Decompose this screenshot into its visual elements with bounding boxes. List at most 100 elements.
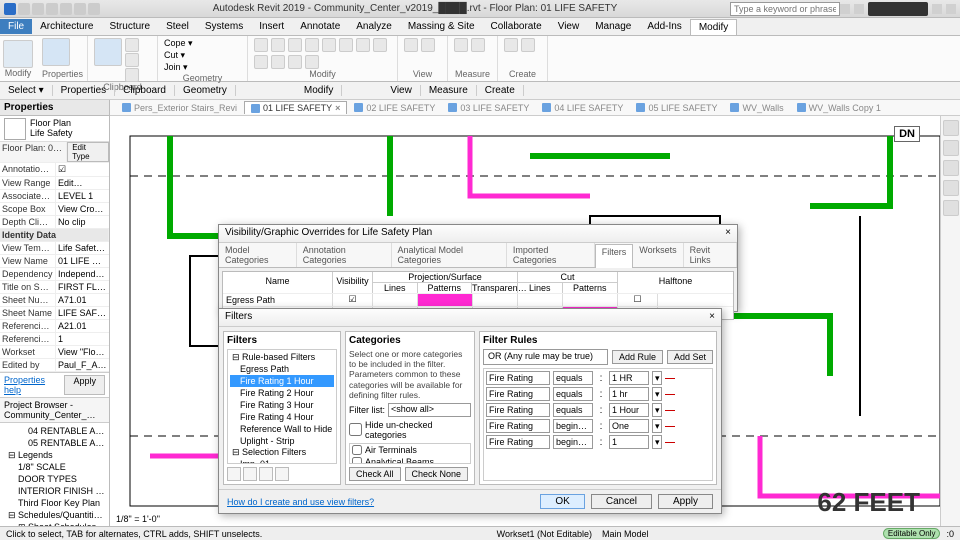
instance-selector[interactable]: Floor Plan: 01 LIFE SA [0, 142, 67, 162]
rule-delete-icon[interactable]: — [665, 389, 675, 400]
rule-value[interactable]: 1 HR [609, 371, 649, 385]
tab-massing[interactable]: Massing & Site [400, 19, 483, 34]
browser-node[interactable]: 04 RENTABLE AREA PLAN [0, 425, 109, 437]
matchtype-icon[interactable] [125, 68, 139, 82]
browser-node[interactable]: DOOR TYPES [0, 473, 109, 485]
status-model[interactable]: Main Model [602, 529, 649, 539]
vg-close-icon[interactable]: × [725, 227, 731, 240]
rename-filter-icon[interactable] [259, 467, 273, 481]
qat-redo-icon[interactable] [74, 3, 86, 15]
help-search-input[interactable] [730, 2, 840, 16]
mirror-icon[interactable] [288, 38, 302, 52]
delete-icon[interactable] [305, 55, 319, 69]
join-button[interactable]: Join ▾ [164, 62, 241, 73]
tab-structure[interactable]: Structure [101, 19, 158, 34]
edit-type-button[interactable]: Edit Type [67, 142, 109, 162]
qat-undo-icon[interactable] [60, 3, 72, 15]
align-icon[interactable] [254, 38, 268, 52]
vg-tab[interactable]: Model Categories [219, 243, 297, 267]
nav-zoom-icon[interactable] [943, 200, 959, 216]
signin-icon[interactable] [854, 4, 864, 14]
rule-operator[interactable]: begin… [553, 435, 593, 449]
filter-item[interactable]: Fire Rating 1 Hour [230, 375, 334, 387]
rule-param[interactable]: Fire Rating [486, 371, 550, 385]
property-row[interactable]: View Name01 LIFE SAFETY [0, 255, 109, 268]
property-row[interactable]: Annotation Cr…☑ [0, 163, 109, 177]
browser-node[interactable]: ⊟ Schedules/Quantities (Type) [0, 509, 109, 521]
view-tab[interactable]: 04 LIFE SAFETY [536, 102, 629, 114]
tab-collaborate[interactable]: Collaborate [483, 19, 550, 34]
rotate-icon[interactable] [339, 38, 353, 52]
filter-item[interactable]: Fire Rating 3 Hour [230, 399, 334, 411]
view-tab[interactable]: 02 LIFE SAFETY [348, 102, 441, 114]
browser-node[interactable]: ⊞ Sheet Schedules [0, 521, 109, 526]
vg-filter-row[interactable]: Egress Path☑☐ [223, 293, 733, 306]
tab-systems[interactable]: Systems [197, 19, 251, 34]
status-workset[interactable]: Workset1 (Not Editable) [497, 529, 592, 539]
split-icon[interactable] [373, 38, 387, 52]
filters-help-link[interactable]: How do I create and use view filters? [227, 497, 374, 507]
view-tab[interactable]: WV_Walls Copy 1 [791, 102, 887, 114]
cope-button[interactable]: Cope ▾ [164, 38, 241, 49]
delete-filter-icon[interactable] [275, 467, 289, 481]
tab-addins[interactable]: Add-Ins [639, 19, 689, 34]
property-row[interactable]: Depth ClippingNo clip [0, 216, 109, 229]
copy-icon[interactable] [322, 38, 336, 52]
category-item[interactable]: Analytical Beams [350, 456, 470, 464]
filter-item[interactable]: Uplight - Strip [230, 435, 334, 447]
view-tab[interactable]: Pers_Exterior Stairs_Revi [116, 102, 243, 114]
move-icon[interactable] [305, 38, 319, 52]
create-icon1[interactable] [504, 38, 518, 52]
type-thumb-icon[interactable] [4, 118, 26, 140]
rule-param[interactable]: Fire Rating [486, 419, 550, 433]
property-row[interactable]: Title on SheetFIRST FLOOR L… [0, 281, 109, 294]
filter-item[interactable]: Fire Rating 4 Hour [230, 411, 334, 423]
cut-button[interactable]: Cut ▾ [164, 50, 241, 61]
rule-operator[interactable]: equals [553, 371, 593, 385]
cancel-button[interactable]: Cancel [591, 494, 652, 509]
scale-icon[interactable] [271, 55, 285, 69]
rule-delete-icon[interactable]: — [665, 373, 675, 384]
duplicate-filter-icon[interactable] [243, 467, 257, 481]
view-scale[interactable]: 1/8" = 1'-0" [116, 514, 160, 524]
rule-operator[interactable]: begin… [553, 419, 593, 433]
view-icon2[interactable] [421, 38, 435, 52]
property-row[interactable]: Sheet NumberA71.01 [0, 294, 109, 307]
property-row[interactable]: Edited byPaul_F_Aubin [0, 359, 109, 372]
tab-view[interactable]: View [550, 19, 588, 34]
nav-cube-icon[interactable] [943, 140, 959, 156]
rule-value[interactable]: One [609, 419, 649, 433]
rule-set-operator[interactable]: OR (Any rule may be true) [483, 349, 608, 365]
qat-print-icon[interactable] [88, 3, 100, 15]
qat-save-icon[interactable] [32, 3, 44, 15]
rule-param[interactable]: Fire Rating [486, 435, 550, 449]
vg-tab[interactable]: Worksets [633, 243, 683, 267]
qat-sync-icon[interactable] [46, 3, 58, 15]
pin-icon[interactable] [288, 55, 302, 69]
user-badge[interactable] [868, 2, 928, 16]
view-tab[interactable]: 03 LIFE SAFETY [442, 102, 535, 114]
trim-icon[interactable] [356, 38, 370, 52]
browser-node[interactable]: INTERIOR FINISH FLOOR [0, 485, 109, 497]
qat-open-icon[interactable] [18, 3, 30, 15]
property-row[interactable]: Associated Le…LEVEL 1 [0, 190, 109, 203]
filters-close-icon[interactable]: × [709, 311, 715, 324]
filter-list-select[interactable]: <show all> [388, 403, 471, 417]
rule-delete-icon[interactable]: — [665, 437, 675, 448]
rule-value[interactable]: 1 hr [609, 387, 649, 401]
property-row[interactable]: Scope BoxView Crop Regi… [0, 203, 109, 216]
nav-wheel-icon[interactable] [943, 160, 959, 176]
view-tab[interactable]: 05 LIFE SAFETY [630, 102, 723, 114]
tab-modify[interactable]: Modify [690, 19, 737, 35]
rule-param[interactable]: Fire Rating [486, 387, 550, 401]
vg-tab[interactable]: Filters [595, 244, 634, 268]
rule-param[interactable]: Fire Rating [486, 403, 550, 417]
filter-item[interactable]: Reference Wall to Hide [230, 423, 334, 435]
rule-operator[interactable]: equals [553, 387, 593, 401]
rule-delete-icon[interactable]: — [665, 421, 675, 432]
new-filter-icon[interactable] [227, 467, 241, 481]
check-all-button[interactable]: Check All [349, 467, 401, 481]
cut-clipboard-icon[interactable] [125, 38, 139, 52]
add-rule-button[interactable]: Add Rule [612, 350, 663, 364]
add-set-button[interactable]: Add Set [667, 350, 713, 364]
